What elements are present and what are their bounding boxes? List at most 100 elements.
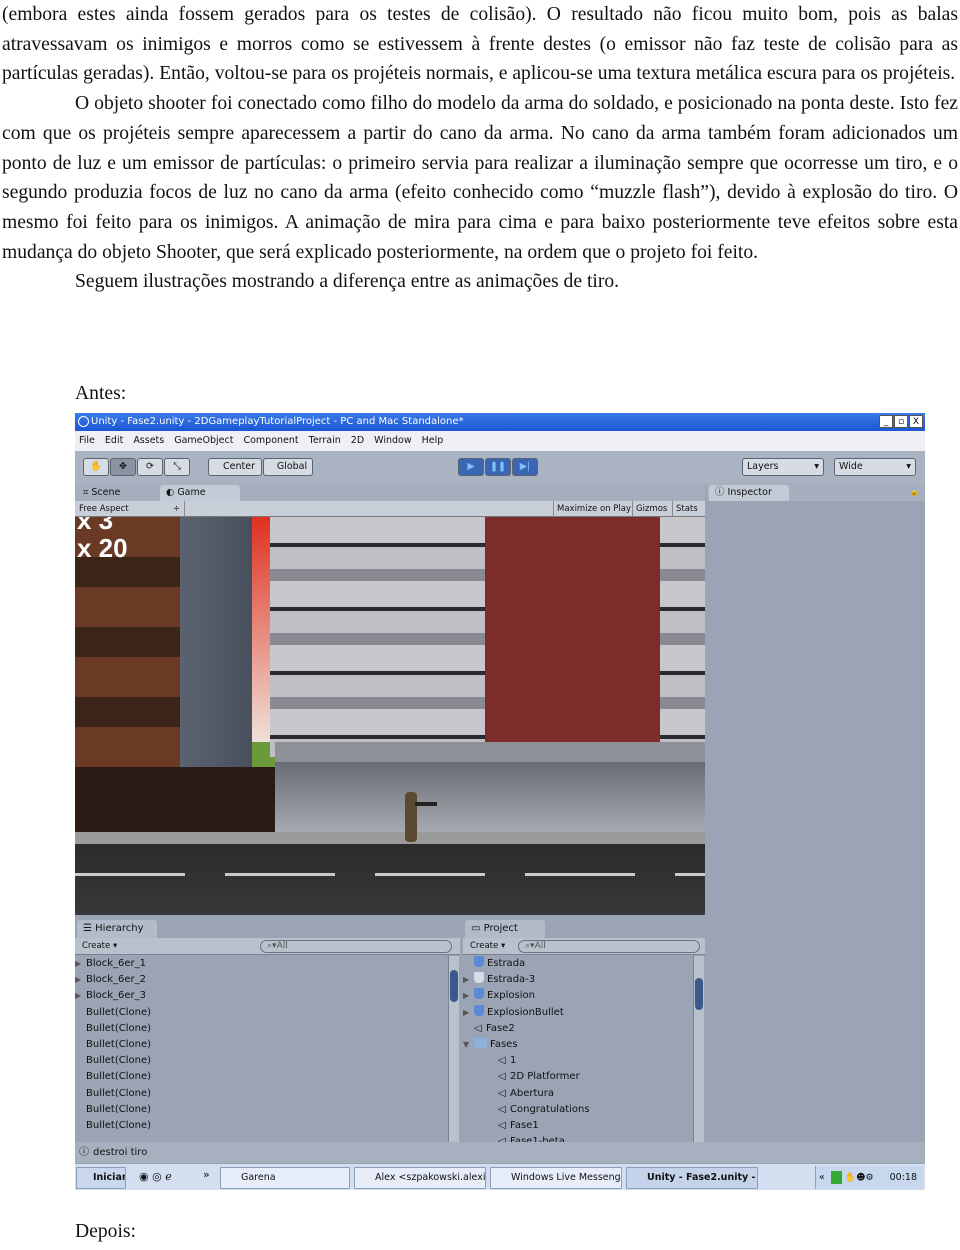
- menu-edit[interactable]: Edit: [105, 431, 123, 451]
- tab-hierarchy[interactable]: ☰ Hierarchy: [77, 920, 157, 938]
- play-button[interactable]: ▶: [458, 458, 484, 476]
- aspect-dropdown[interactable]: Free Aspect ÷: [79, 501, 185, 517]
- project-create-button[interactable]: Create ▾: [466, 940, 509, 953]
- expand-arrow-icon[interactable]: ▼: [463, 1037, 474, 1053]
- space-global-button[interactable]: Global: [263, 458, 313, 476]
- quicklaunch-more[interactable]: »: [203, 1168, 210, 1181]
- unity-scene-icon: ◁: [498, 1071, 506, 1083]
- project-item[interactable]: ◁ 2D Platformer: [463, 1069, 590, 1085]
- project-search-input[interactable]: ⌕▾All: [518, 940, 700, 953]
- gizmos-toggle[interactable]: Gizmos: [632, 501, 670, 517]
- tray-expand[interactable]: «: [819, 1172, 825, 1183]
- project-item-label: Explosion: [487, 990, 535, 1002]
- expand-arrow-icon[interactable]: ▶: [463, 988, 474, 1004]
- hierarchy-item-label: Block_6er_3: [86, 990, 147, 1002]
- project-item[interactable]: ▶ ExplosionBullet: [463, 1004, 590, 1021]
- unity-screenshot: Unity - Fase2.unity - 2DGameplayTutorial…: [75, 413, 925, 1190]
- step-button[interactable]: ▶|: [512, 458, 538, 476]
- project-item[interactable]: ▼ Fases: [463, 1037, 590, 1053]
- menu-bar: File Edit Assets GameObject Component Te…: [75, 431, 925, 451]
- expand-arrow-icon[interactable]: ▶: [75, 972, 86, 988]
- project-scrollbar[interactable]: [693, 956, 704, 1142]
- task-garena[interactable]: Garena: [220, 1167, 350, 1189]
- layers-dropdown[interactable]: Layers ▾: [742, 458, 824, 476]
- menu-component[interactable]: Component: [243, 431, 298, 451]
- project-item[interactable]: ◁ Fase2: [463, 1021, 590, 1037]
- project-item-label: Fase2: [486, 1022, 515, 1034]
- project-item-label: Estrada-3: [487, 974, 536, 986]
- hierarchy-item[interactable]: Bullet(Clone): [75, 1069, 151, 1085]
- hierarchy-item[interactable]: Bullet(Clone): [75, 1118, 151, 1134]
- start-label: Iniciar: [93, 1172, 126, 1183]
- hierarchy-panel: ☰ Hierarchy Create ▾ ⌕▾All ▶ Block_6er_1 ▶…: [75, 920, 460, 1142]
- tab-scene-label: Scene: [91, 487, 121, 498]
- windows-taskbar: Iniciar ◉ ◎ ℯ » Garena Alex <szpakowski.…: [75, 1163, 925, 1190]
- task-email[interactable]: Alex <szpakowski.alexis...: [354, 1167, 486, 1189]
- stats-toggle[interactable]: Stats: [672, 501, 701, 517]
- project-item[interactable]: ◁ Fase1: [463, 1118, 590, 1134]
- close-button[interactable]: X: [909, 415, 923, 428]
- hierarchy-scrollbar[interactable]: [448, 956, 459, 1142]
- scale-tool-icon[interactable]: ⤡: [164, 458, 190, 476]
- maximize-button[interactable]: ▫: [894, 415, 908, 428]
- hierarchy-item[interactable]: Bullet(Clone): [75, 1053, 151, 1069]
- document-body: (embora estes ainda fossem gerados para …: [2, 0, 958, 297]
- project-item[interactable]: ▶ Explosion: [463, 988, 590, 1004]
- project-item-label: Fases: [490, 1038, 518, 1050]
- menu-file[interactable]: File: [79, 431, 95, 451]
- task-messenger[interactable]: Windows Live Messenger: [490, 1167, 622, 1189]
- minimize-button[interactable]: _: [879, 415, 893, 428]
- start-button[interactable]: Iniciar: [76, 1167, 126, 1189]
- menu-window[interactable]: Window: [374, 431, 411, 451]
- tray-icons[interactable]: ✋☻⚙: [845, 1173, 874, 1183]
- quicklaunch-icons[interactable]: ◉ ◎ ℯ: [139, 1170, 172, 1183]
- project-item[interactable]: ▶ Estrada-3: [463, 972, 590, 988]
- move-tool-icon[interactable]: ✥: [110, 458, 136, 476]
- maximize-on-play-toggle[interactable]: Maximize on Play: [553, 501, 634, 517]
- info-icon: ⓘ: [79, 1147, 89, 1158]
- project-item-label: Fase1: [510, 1119, 539, 1131]
- expand-arrow-icon[interactable]: ▶: [75, 956, 86, 972]
- expand-arrow-icon[interactable]: ▶: [75, 988, 86, 1004]
- rotate-tool-icon[interactable]: ⟳: [137, 458, 163, 476]
- lock-icon[interactable]: 🔒: [909, 483, 919, 501]
- hierarchy-item[interactable]: ▶ Block_6er_3: [75, 988, 151, 1004]
- hierarchy-item[interactable]: Bullet(Clone): [75, 1102, 151, 1118]
- menu-2d[interactable]: 2D: [351, 431, 364, 451]
- menu-terrain[interactable]: Terrain: [309, 431, 341, 451]
- task-unity[interactable]: Unity - Fase2.unity - ...: [626, 1167, 758, 1189]
- pivot-center-button[interactable]: Center: [208, 458, 262, 476]
- menu-assets[interactable]: Assets: [133, 431, 164, 451]
- expand-arrow-icon[interactable]: ▶: [463, 972, 474, 988]
- hierarchy-item[interactable]: Bullet(Clone): [75, 1086, 151, 1102]
- tab-scene[interactable]: ⌗ Scene: [77, 485, 157, 501]
- hierarchy-item[interactable]: ▶ Block_6er_2: [75, 972, 151, 988]
- tray-app-icon[interactable]: [830, 1171, 842, 1184]
- project-item[interactable]: ◁ Congratulations: [463, 1102, 590, 1118]
- layout-dropdown[interactable]: Wide ▾: [834, 458, 916, 476]
- tab-inspector[interactable]: ⓘ Inspector: [709, 485, 789, 501]
- hierarchy-item[interactable]: Bullet(Clone): [75, 1037, 151, 1053]
- hierarchy-search-input[interactable]: ⌕▾All: [260, 940, 452, 953]
- project-item[interactable]: ◁ 1: [463, 1053, 590, 1069]
- hierarchy-create-button[interactable]: Create ▾: [78, 940, 121, 953]
- folder-icon: [474, 1037, 487, 1048]
- tab-game[interactable]: ◐ Game: [160, 485, 240, 501]
- unity-logo-icon: [78, 416, 89, 427]
- unity-scene-icon: ◁: [498, 1103, 506, 1115]
- hierarchy-item[interactable]: Bullet(Clone): [75, 1021, 151, 1037]
- game-view[interactable]: x 3 x 20: [75, 517, 705, 915]
- tab-project[interactable]: ▭ Project: [465, 920, 545, 938]
- hierarchy-item[interactable]: ▶ Block_6er_1: [75, 956, 151, 972]
- project-item[interactable]: Estrada: [463, 956, 590, 972]
- project-item-label: Congratulations: [510, 1103, 590, 1115]
- project-item[interactable]: ◁ Abertura: [463, 1086, 590, 1102]
- menu-help[interactable]: Help: [422, 431, 444, 451]
- hierarchy-item[interactable]: Bullet(Clone): [75, 1005, 151, 1021]
- expand-arrow-icon[interactable]: ▶: [463, 1005, 474, 1021]
- hierarchy-item-label: Bullet(Clone): [86, 1006, 151, 1018]
- hand-tool-icon[interactable]: ✋: [83, 458, 109, 476]
- menu-gameobject[interactable]: GameObject: [174, 431, 233, 451]
- pause-button[interactable]: ❚❚: [485, 458, 511, 476]
- chevron-down-icon: ▾: [814, 461, 819, 472]
